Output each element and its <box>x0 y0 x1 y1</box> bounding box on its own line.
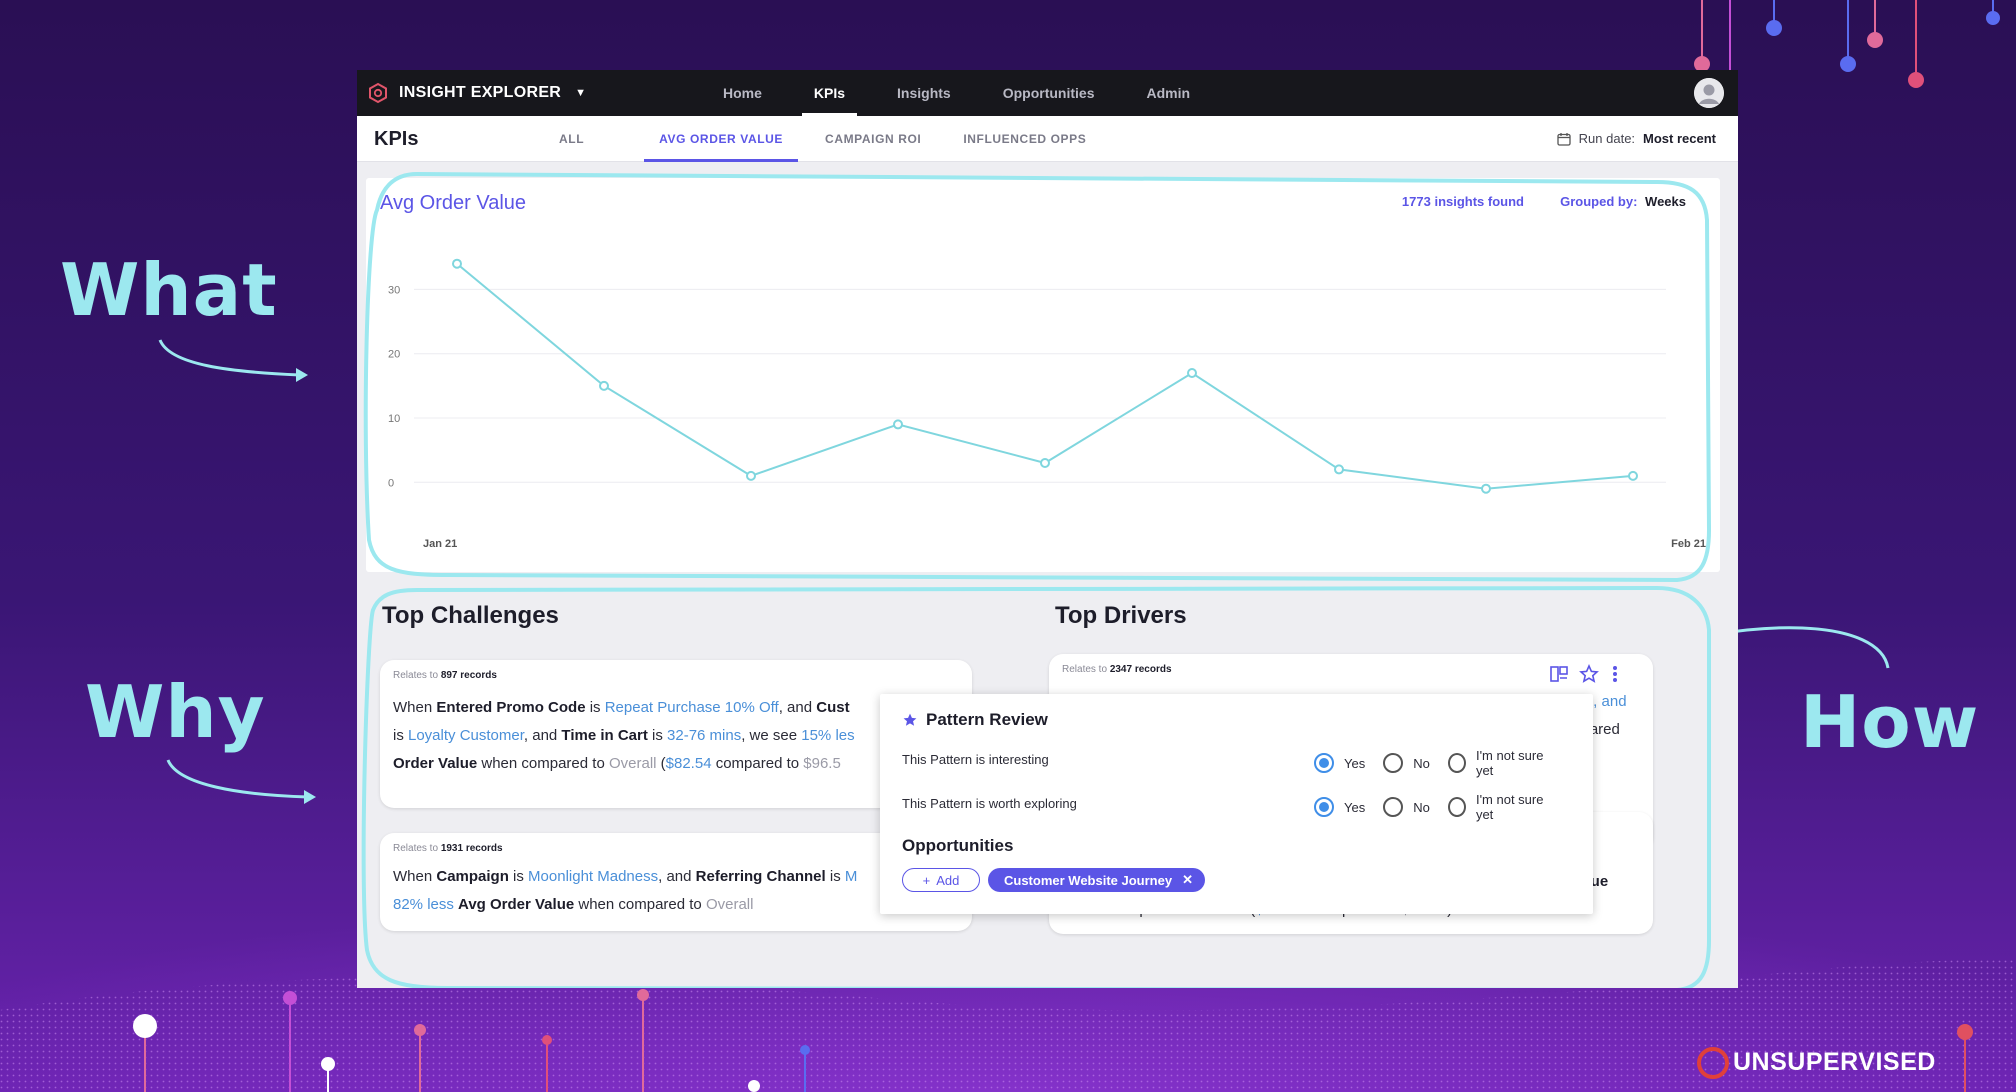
radio-not-sure[interactable]: I'm not sure yet <box>1447 792 1554 822</box>
callout-why: Why <box>85 670 266 754</box>
radio-label: Yes <box>1344 799 1366 815</box>
radio-label: I'm not sure yet <box>1475 792 1544 822</box>
pattern-review-title: Pattern Review <box>926 710 1048 729</box>
add-opportunity-button[interactable]: + Add <box>902 868 980 892</box>
review-question: This Pattern is worth exploring <box>902 796 1077 811</box>
radio-yes[interactable]: Yes <box>1314 753 1365 773</box>
radio-button[interactable] <box>1447 753 1466 773</box>
review-row-worth-exploring: This Pattern is worth exploring Yes No I… <box>902 792 1572 822</box>
radio-group: Yes No I'm not sure yet <box>1314 792 1572 822</box>
pattern-review-header: Pattern Review <box>902 710 1048 730</box>
opportunities-title: Opportunities <box>902 836 1014 855</box>
radio-button[interactable] <box>1383 797 1404 817</box>
review-row-interesting: This Pattern is interesting Yes No I'm n… <box>902 748 1572 778</box>
radio-no[interactable]: No <box>1383 797 1430 817</box>
radio-button[interactable] <box>1383 753 1404 773</box>
radio-not-sure[interactable]: I'm not sure yet <box>1447 748 1554 778</box>
add-label: Add <box>936 872 960 888</box>
star-filled-icon <box>903 713 917 726</box>
radio-group: Yes No I'm not sure yet <box>1314 748 1572 778</box>
chip-label: Customer Website Journey <box>1004 872 1173 888</box>
pattern-review-popover: Pattern Review This Pattern is interesti… <box>880 694 1593 914</box>
radio-button[interactable] <box>1314 753 1334 773</box>
opportunity-chip[interactable]: Customer Website Journey ✕ <box>988 868 1205 892</box>
unsupervised-logo: UNSUPERVISED <box>1733 1048 1936 1076</box>
radio-button[interactable] <box>1314 797 1334 817</box>
radio-label: No <box>1413 755 1430 771</box>
radio-label: No <box>1413 799 1430 815</box>
callout-what: What <box>60 248 278 332</box>
radio-yes[interactable]: Yes <box>1314 797 1365 817</box>
plus-icon: + <box>922 872 931 888</box>
close-icon[interactable]: ✕ <box>1182 872 1193 888</box>
radio-button[interactable] <box>1447 797 1466 817</box>
radio-label: I'm not sure yet <box>1475 748 1544 778</box>
review-question: This Pattern is interesting <box>902 752 1049 767</box>
radio-no[interactable]: No <box>1383 753 1430 773</box>
callout-how: How <box>1800 680 1980 764</box>
radio-label: Yes <box>1344 755 1366 771</box>
